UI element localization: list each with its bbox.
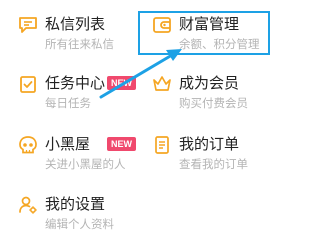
pointer-arrow-icon: [99, 49, 182, 99]
